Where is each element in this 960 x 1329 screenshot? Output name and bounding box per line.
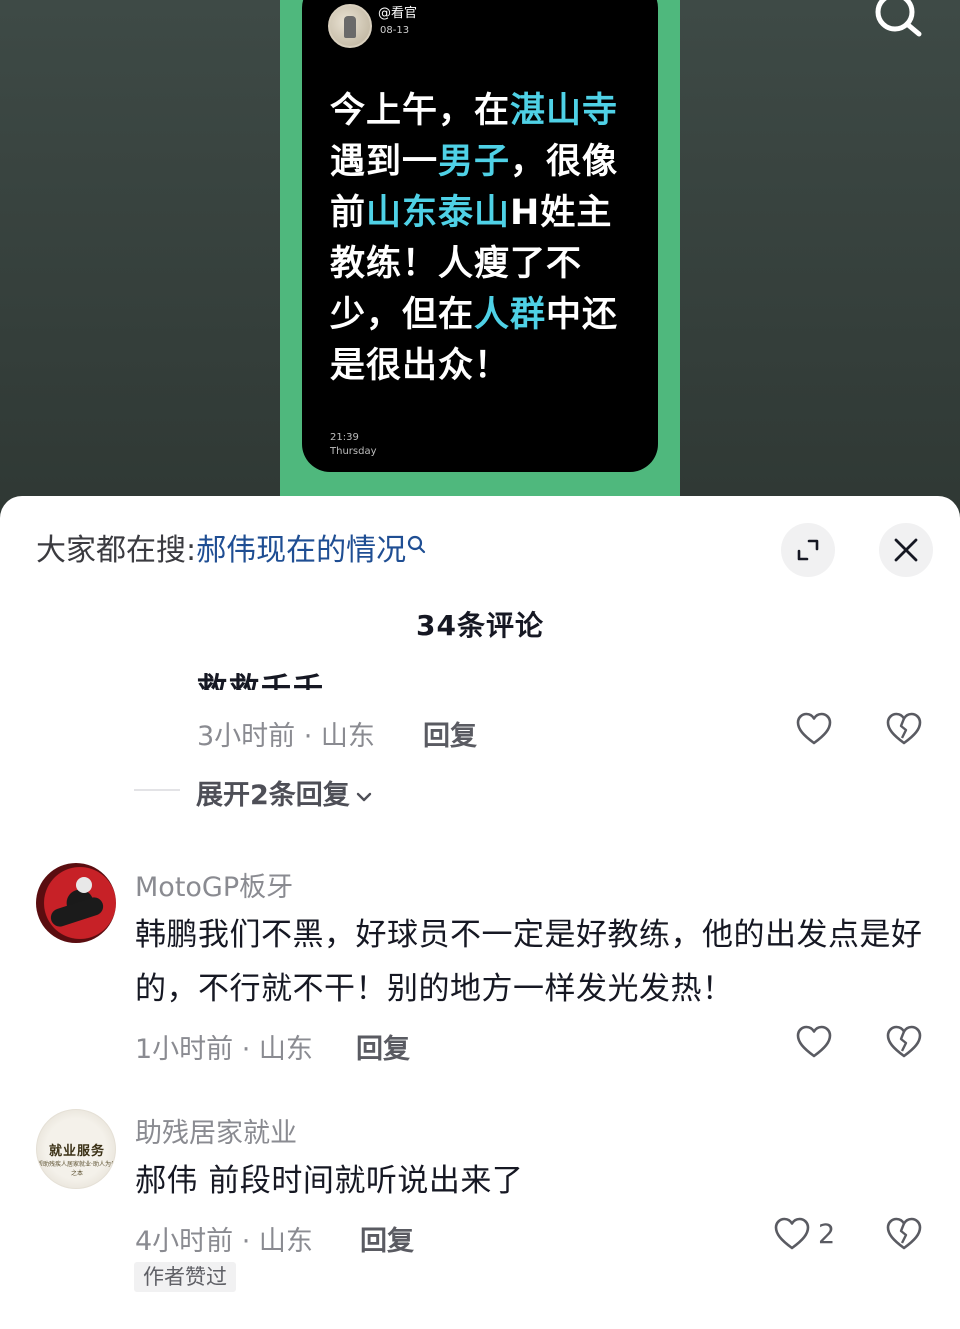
expand-replies-divider bbox=[134, 789, 180, 791]
comment-meta: 1小时前 · 山东 bbox=[135, 1034, 313, 1065]
author-liked-badge: 作者赞过 bbox=[134, 1262, 236, 1292]
post-text: 今上午，在湛山寺遇到一男子，很像前山东泰山H姓主教练！人瘦了不少，但在人群中还是… bbox=[330, 86, 640, 392]
post-time-clock: 21:39 bbox=[330, 432, 359, 443]
post-text-highlight: 人群 bbox=[474, 295, 547, 335]
post-time-weekday: Thursday bbox=[330, 446, 377, 457]
heart-icon[interactable] bbox=[773, 1216, 811, 1252]
hot-search-prefix: 大家都在搜: bbox=[36, 533, 197, 568]
post-author-avatar bbox=[328, 4, 372, 48]
like-count: 2 bbox=[818, 1219, 836, 1250]
post-text-highlight: 山东泰山 bbox=[366, 193, 511, 233]
post-author-name: @看官 bbox=[378, 6, 418, 21]
avatar-logo-text: 就业服务 bbox=[48, 1144, 105, 1159]
heart-icon[interactable] bbox=[795, 711, 833, 747]
comment-text-partial: 救救千千 bbox=[197, 672, 325, 690]
hot-search-suggestion[interactable]: 大家都在搜:郝伟现在的情况 bbox=[36, 534, 428, 568]
comment-text: 韩鹏我们不黑，好球员不一定是好教练，他的出发点是好的，不行就不干！别的地方一样发… bbox=[135, 917, 923, 1007]
search-icon[interactable] bbox=[868, 0, 928, 40]
broken-heart-icon[interactable] bbox=[885, 711, 923, 747]
avatar[interactable]: 就业服务 帮助残疾人居家就业·助人为乐之本 bbox=[36, 1109, 116, 1189]
close-button[interactable] bbox=[879, 523, 933, 577]
post-text-highlight: 湛山寺 bbox=[510, 91, 619, 131]
comment-count: 34条评论 bbox=[416, 609, 544, 642]
expand-replies-label: 展开2条回复 bbox=[196, 780, 350, 811]
close-icon bbox=[894, 538, 918, 562]
avatar[interactable] bbox=[36, 863, 116, 943]
expand-replies-button[interactable]: 展开2条回复 bbox=[196, 773, 374, 812]
broken-heart-icon[interactable] bbox=[885, 1216, 923, 1252]
broken-heart-icon[interactable] bbox=[885, 1024, 923, 1060]
search-icon bbox=[408, 535, 426, 554]
comment-meta: 4小时前 · 山东 bbox=[135, 1226, 313, 1257]
post-card[interactable]: @看官 08-13 今上午，在湛山寺遇到一男子，很像前山东泰山H姓主教练！人瘦了… bbox=[302, 0, 658, 472]
post-time: 21:39 Thursday bbox=[330, 431, 377, 459]
comment-username[interactable]: 助残居家就业 bbox=[135, 1111, 297, 1150]
comment-meta: 3小时前 · 山东 bbox=[197, 721, 375, 752]
reply-button[interactable]: 回复 bbox=[356, 1027, 410, 1066]
comment-username[interactable]: MotoGP板牙 bbox=[135, 865, 293, 904]
expand-icon bbox=[797, 539, 819, 561]
avatar-logo-subtext: 帮助残疾人居家就业·助人为乐之本 bbox=[37, 1161, 116, 1177]
post-date: 08-13 bbox=[380, 25, 410, 36]
hot-search-query[interactable]: 郝伟现在的情况 bbox=[196, 533, 406, 568]
post-text-segment: 今上午，在 bbox=[330, 91, 511, 131]
reply-button[interactable]: 回复 bbox=[360, 1219, 414, 1258]
post-text-segment: 遇到一 bbox=[330, 142, 439, 182]
post-text-highlight: 男子 bbox=[438, 142, 511, 182]
comment-text: 郝伟 前段时间就听说出来了 bbox=[135, 1163, 524, 1199]
heart-icon[interactable] bbox=[795, 1024, 833, 1060]
reply-button[interactable]: 回复 bbox=[423, 714, 477, 753]
chevron-down-icon bbox=[356, 792, 371, 801]
expand-button[interactable] bbox=[781, 523, 835, 577]
